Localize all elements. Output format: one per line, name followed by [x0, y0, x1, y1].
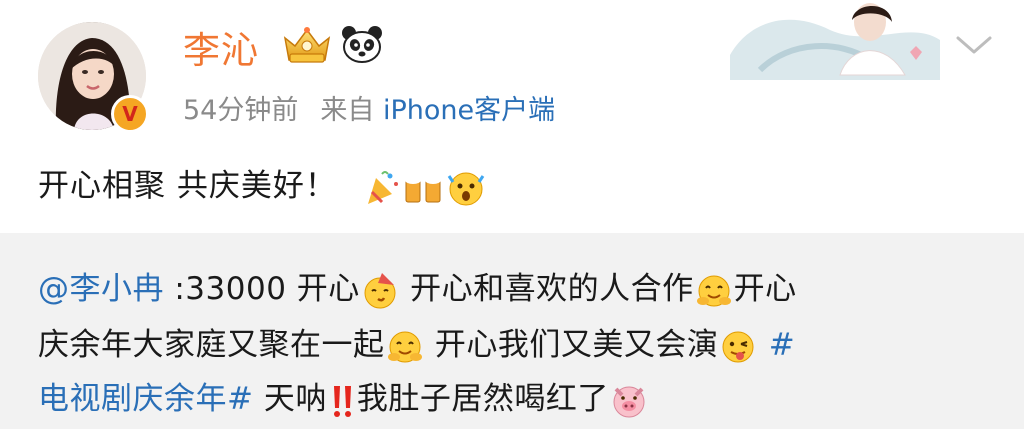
retweet-line-2: 庆余年大家庭又聚在一起 开心我们又美又会演 #: [38, 319, 795, 367]
retweet-line-3: 电视剧庆余年# 天呐 我肚子居然喝红了: [38, 373, 649, 421]
mention-link[interactable]: @李小冉: [38, 271, 164, 307]
retweet-text-1: :33000 开心: [164, 271, 360, 307]
post-text: 开心相聚 共庆美好！: [38, 160, 486, 208]
pig-face-icon: [613, 386, 645, 417]
winking-tongue-icon: [722, 331, 754, 362]
username[interactable]: 李沁: [183, 20, 259, 74]
panda-icon: [342, 26, 382, 63]
party-popper-icon: [367, 170, 398, 204]
chevron-down-icon[interactable]: [952, 30, 996, 58]
retweet-text-3b: 我肚子居然喝红了: [356, 381, 609, 417]
retweet-line-1: @李小冉 :33000 开心 开心和喜欢的人合作 开心: [38, 263, 797, 311]
retweet-block[interactable]: @李小冉 :33000 开心 开心和喜欢的人合作 开心 庆余年大家庭又聚在一起 …: [0, 233, 1024, 429]
post-source[interactable]: iPhone客户端: [383, 95, 555, 126]
header-decoration: [730, 3, 940, 80]
topic-link[interactable]: 电视剧庆余年#: [38, 381, 253, 417]
retweet-text-1b: 开心和喜欢的人合作: [399, 271, 694, 307]
vip-crown-icon[interactable]: [281, 24, 333, 66]
hugging-face-icon: [387, 331, 422, 362]
post-meta: 54分钟前 来自 iPhone客户端: [183, 88, 555, 127]
verified-badge: V: [111, 95, 149, 133]
double-exclamation-icon: [333, 385, 351, 417]
post-time[interactable]: 54分钟前: [183, 95, 298, 126]
weibo-post-card: V 李沁 54分钟前 来自 iPhone客户端 开心相聚 共庆美好！: [0, 0, 1024, 233]
party-face-icon: [364, 272, 396, 308]
shocked-face-icon: [447, 172, 484, 205]
topic-hash-start[interactable]: #: [758, 327, 795, 363]
retweet-text-2b: 开心我们又美又会演: [424, 327, 719, 363]
hugging-face-icon: [696, 275, 731, 306]
retweet-text-3: 天呐: [253, 381, 327, 417]
post-text-body: 开心相聚 共庆美好！: [38, 168, 337, 204]
retweet-text-2: 庆余年大家庭又聚在一起: [38, 327, 385, 363]
beer-cheers-icon: [404, 175, 441, 202]
source-prefix: 来自: [320, 95, 375, 126]
retweet-text-1c: 开心: [733, 271, 797, 307]
